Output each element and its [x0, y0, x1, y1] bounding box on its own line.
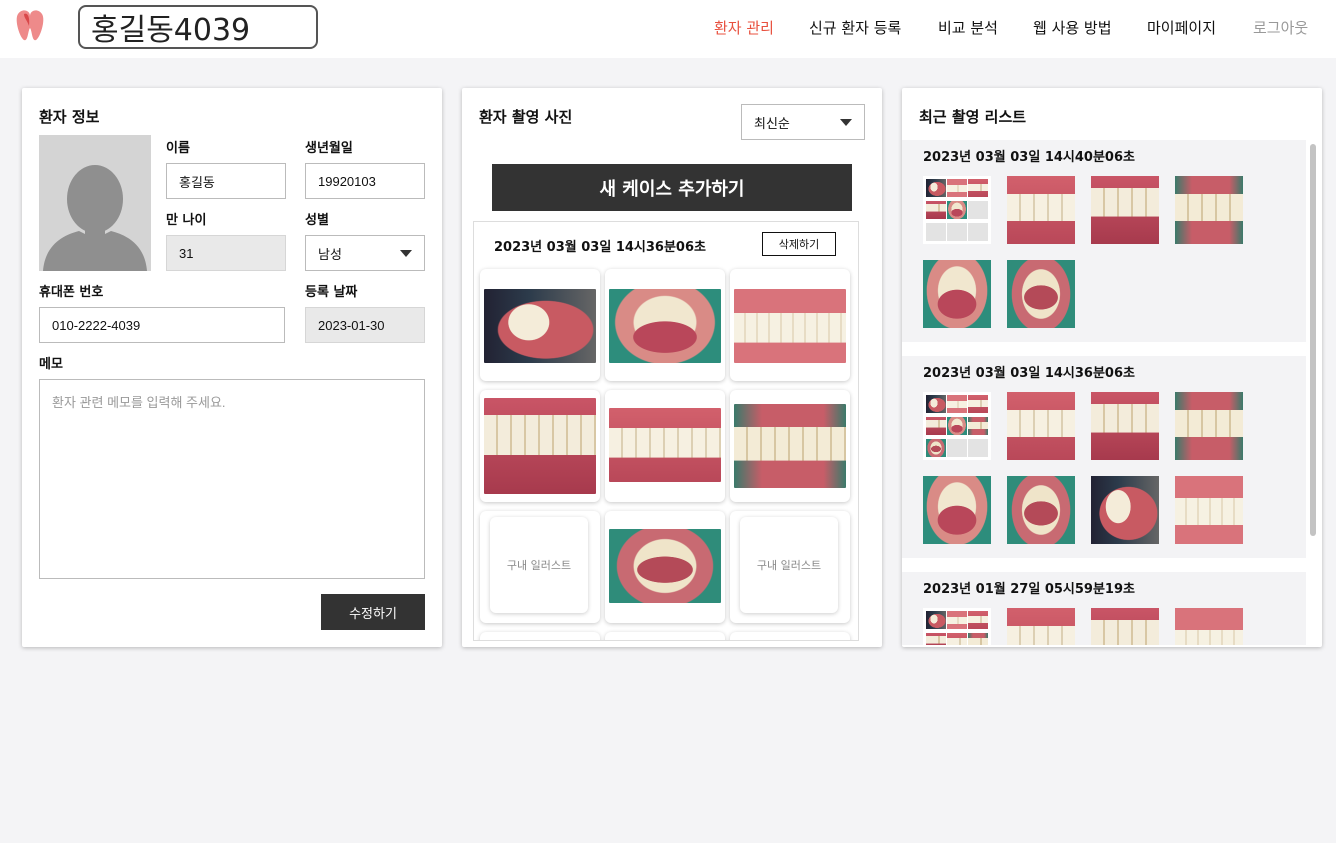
phone-field[interactable]: 010-2222-4039 — [39, 307, 285, 343]
intraoral-photo — [734, 404, 846, 488]
recent-list-title: 최근 촬영 리스트 — [919, 108, 1027, 126]
nav-mypage[interactable]: 마이페이지 — [1147, 17, 1216, 38]
intraoral-photo — [609, 289, 721, 363]
photo-thumb[interactable] — [1175, 608, 1243, 645]
reg-date-label: 등록 날짜 — [305, 285, 358, 300]
sort-select[interactable]: 최신순 — [741, 104, 865, 140]
photo-tile[interactable] — [480, 390, 600, 502]
illustration-placeholder: 구내 일러스트 — [740, 517, 838, 613]
nav-compare-analysis[interactable]: 비교 분석 — [938, 17, 998, 38]
photo-thumb[interactable] — [1007, 176, 1075, 244]
photo-collage-thumb[interactable] — [923, 392, 991, 460]
memo-label: 메모 — [39, 357, 63, 372]
intraoral-photo — [484, 398, 596, 494]
photo-thumb[interactable] — [1007, 392, 1075, 460]
photo-thumb[interactable] — [1007, 476, 1075, 544]
name-field[interactable]: 홍길동 — [166, 163, 286, 199]
photo-thumb[interactable] — [1175, 176, 1243, 244]
photo-tile[interactable] — [730, 632, 850, 640]
recent-item[interactable]: 2023년 03월 03일 14시36분06초 — [902, 356, 1306, 558]
patient-info-title: 환자 정보 — [39, 108, 100, 126]
photo-tile[interactable] — [605, 511, 725, 623]
photo-tile[interactable] — [605, 269, 725, 381]
recent-scrollbar-thumb[interactable] — [1310, 144, 1316, 536]
chevron-down-icon — [400, 250, 412, 257]
intraoral-photo — [609, 529, 721, 603]
chevron-down-icon — [840, 119, 852, 126]
case-panel: 2023년 03월 03일 14시36분06초 삭제하기 구내 일러스트 구내 … — [473, 221, 859, 641]
edit-button[interactable]: 수정하기 — [321, 594, 425, 630]
recent-item[interactable]: 2023년 03월 03일 14시40분06초 — [902, 140, 1306, 342]
birth-field[interactable]: 19920103 — [305, 163, 425, 199]
nav-patient-management[interactable]: 환자 관리 — [714, 17, 774, 38]
photo-tile[interactable] — [605, 390, 725, 502]
recent-list-card: 최근 촬영 리스트 2023년 03월 03일 14시40분06초 2023년 … — [902, 88, 1322, 647]
case-date: 2023년 03월 03일 14시36분06초 — [494, 240, 706, 255]
recent-date: 2023년 03월 03일 14시40분06초 — [923, 150, 1135, 165]
nav-new-patient[interactable]: 신규 환자 등록 — [809, 17, 901, 38]
name-label: 이름 — [166, 141, 190, 156]
photo-thumb[interactable] — [1091, 608, 1159, 645]
sort-value: 최신순 — [754, 116, 790, 132]
photo-thumb[interactable] — [923, 260, 991, 328]
gender-value: 남성 — [318, 246, 342, 262]
reg-date-field: 2023-01-30 — [305, 307, 425, 343]
photo-thumb[interactable] — [1091, 392, 1159, 460]
photo-tile[interactable] — [480, 632, 600, 640]
photo-tile[interactable] — [605, 632, 725, 640]
patient-info-card: 환자 정보 이름 홍길동 생년월일 19920103 만 나이 31 성별 남성… — [22, 88, 442, 647]
photo-thumb[interactable] — [1091, 176, 1159, 244]
photo-thumb[interactable] — [1175, 476, 1243, 544]
photo-thumb[interactable] — [1007, 260, 1075, 328]
gender-label: 성별 — [305, 213, 329, 228]
photo-tile[interactable] — [730, 390, 850, 502]
nav-logout[interactable]: 로그아웃 — [1253, 17, 1308, 38]
recent-date: 2023년 01월 27일 05시59분19초 — [923, 582, 1135, 597]
intraoral-photo — [484, 289, 596, 363]
avatar — [39, 135, 151, 271]
photo-thumb[interactable] — [1091, 476, 1159, 544]
illustration-tile[interactable]: 구내 일러스트 — [480, 511, 600, 623]
phone-label: 휴대폰 번호 — [39, 285, 104, 300]
patient-photos-card: 환자 촬영 사진 최신순 새 케이스 추가하기 2023년 03월 03일 14… — [462, 88, 882, 647]
birth-label: 생년월일 — [305, 141, 353, 156]
person-silhouette-icon — [43, 165, 147, 271]
photo-collage-thumb[interactable] — [923, 176, 991, 244]
photo-thumb[interactable] — [923, 476, 991, 544]
delete-case-button[interactable]: 삭제하기 — [762, 232, 836, 256]
gender-select[interactable]: 남성 — [305, 235, 425, 271]
patient-photos-title: 환자 촬영 사진 — [479, 108, 573, 126]
top-header: 홍길동4039 환자 관리 신규 환자 등록 비교 분석 웹 사용 방법 마이페… — [0, 0, 1336, 58]
age-label: 만 나이 — [166, 213, 207, 228]
illustration-tile[interactable]: 구내 일러스트 — [730, 511, 850, 623]
nav-how-to-use[interactable]: 웹 사용 방법 — [1033, 17, 1112, 38]
photo-thumb[interactable] — [1175, 392, 1243, 460]
add-case-button[interactable]: 새 케이스 추가하기 — [492, 164, 852, 211]
photo-tile[interactable] — [730, 269, 850, 381]
photo-collage-thumb[interactable] — [923, 608, 991, 645]
recent-date: 2023년 03월 03일 14시36분06초 — [923, 366, 1135, 381]
patient-name-box: 홍길동4039 — [78, 5, 318, 49]
recent-item[interactable]: 2023년 01월 27일 05시59분19초 — [902, 572, 1306, 645]
memo-textarea[interactable]: 환자 관련 메모를 입력해 주세요. — [39, 379, 425, 579]
tooth-logo-icon[interactable] — [14, 8, 46, 42]
illustration-placeholder: 구내 일러스트 — [490, 517, 588, 613]
intraoral-photo — [609, 408, 721, 482]
intraoral-photo — [734, 289, 846, 363]
photo-thumb[interactable] — [1007, 608, 1075, 645]
age-field: 31 — [166, 235, 286, 271]
photo-tile[interactable] — [480, 269, 600, 381]
recent-list: 2023년 03월 03일 14시40분06초 2023년 03월 03일 14… — [902, 140, 1306, 645]
